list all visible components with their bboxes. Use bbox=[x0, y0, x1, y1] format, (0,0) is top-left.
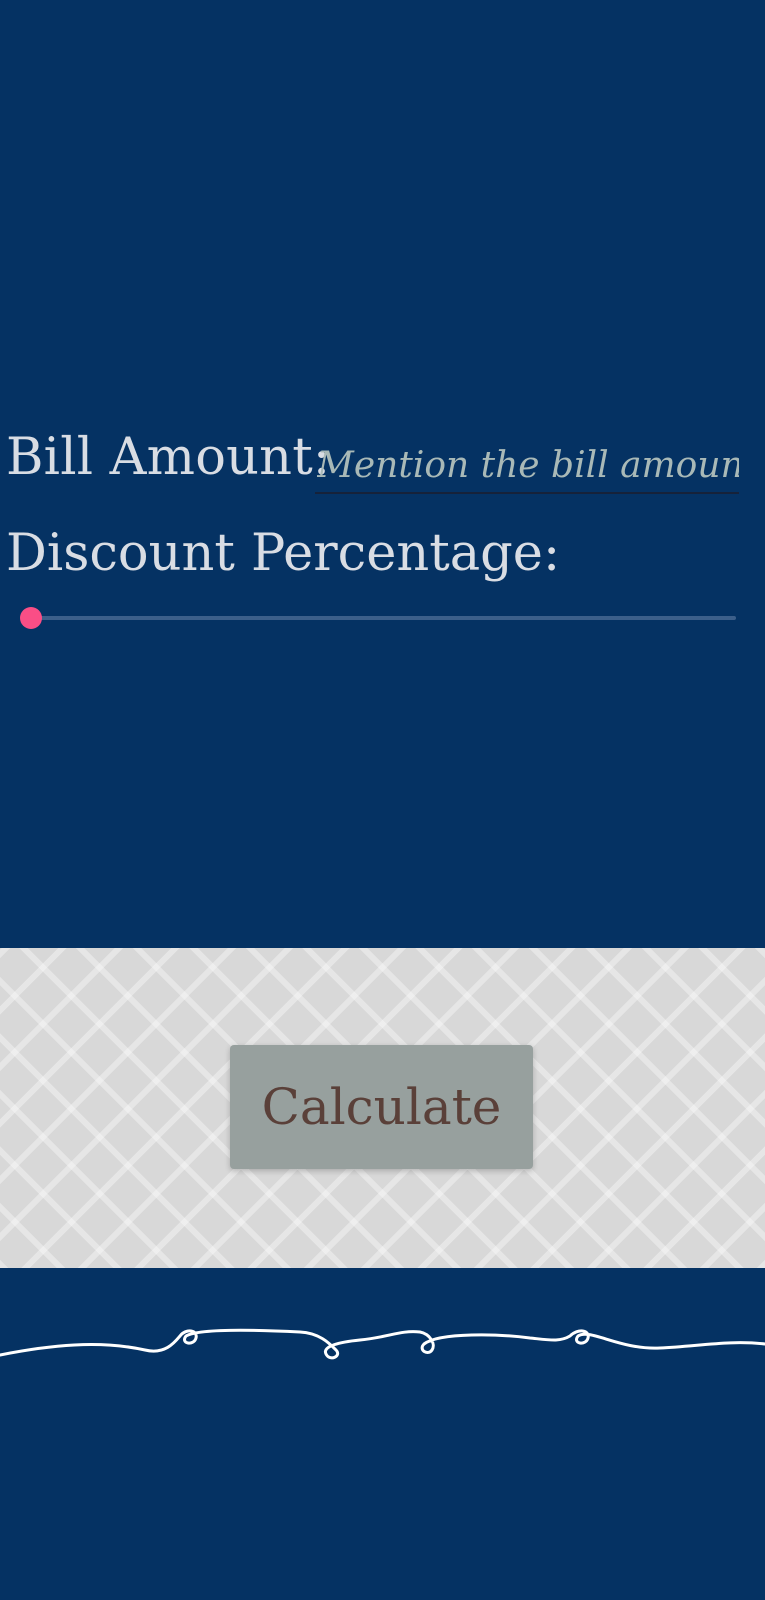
calculator-form: Bill Amount: Discount Percentage: bbox=[0, 0, 765, 948]
discount-slider[interactable] bbox=[20, 606, 736, 630]
discount-slider-track[interactable] bbox=[30, 616, 736, 620]
button-panel: Calculate bbox=[0, 948, 765, 1268]
bill-amount-row: Bill Amount: bbox=[6, 428, 330, 488]
discount-percentage-label: Discount Percentage: bbox=[6, 524, 561, 583]
swirl-divider-icon bbox=[0, 1328, 765, 1360]
calculate-button[interactable]: Calculate bbox=[230, 1045, 533, 1169]
bill-amount-input[interactable] bbox=[315, 438, 739, 494]
discount-slider-thumb[interactable] bbox=[20, 607, 42, 629]
bill-amount-label: Bill Amount: bbox=[6, 428, 331, 487]
